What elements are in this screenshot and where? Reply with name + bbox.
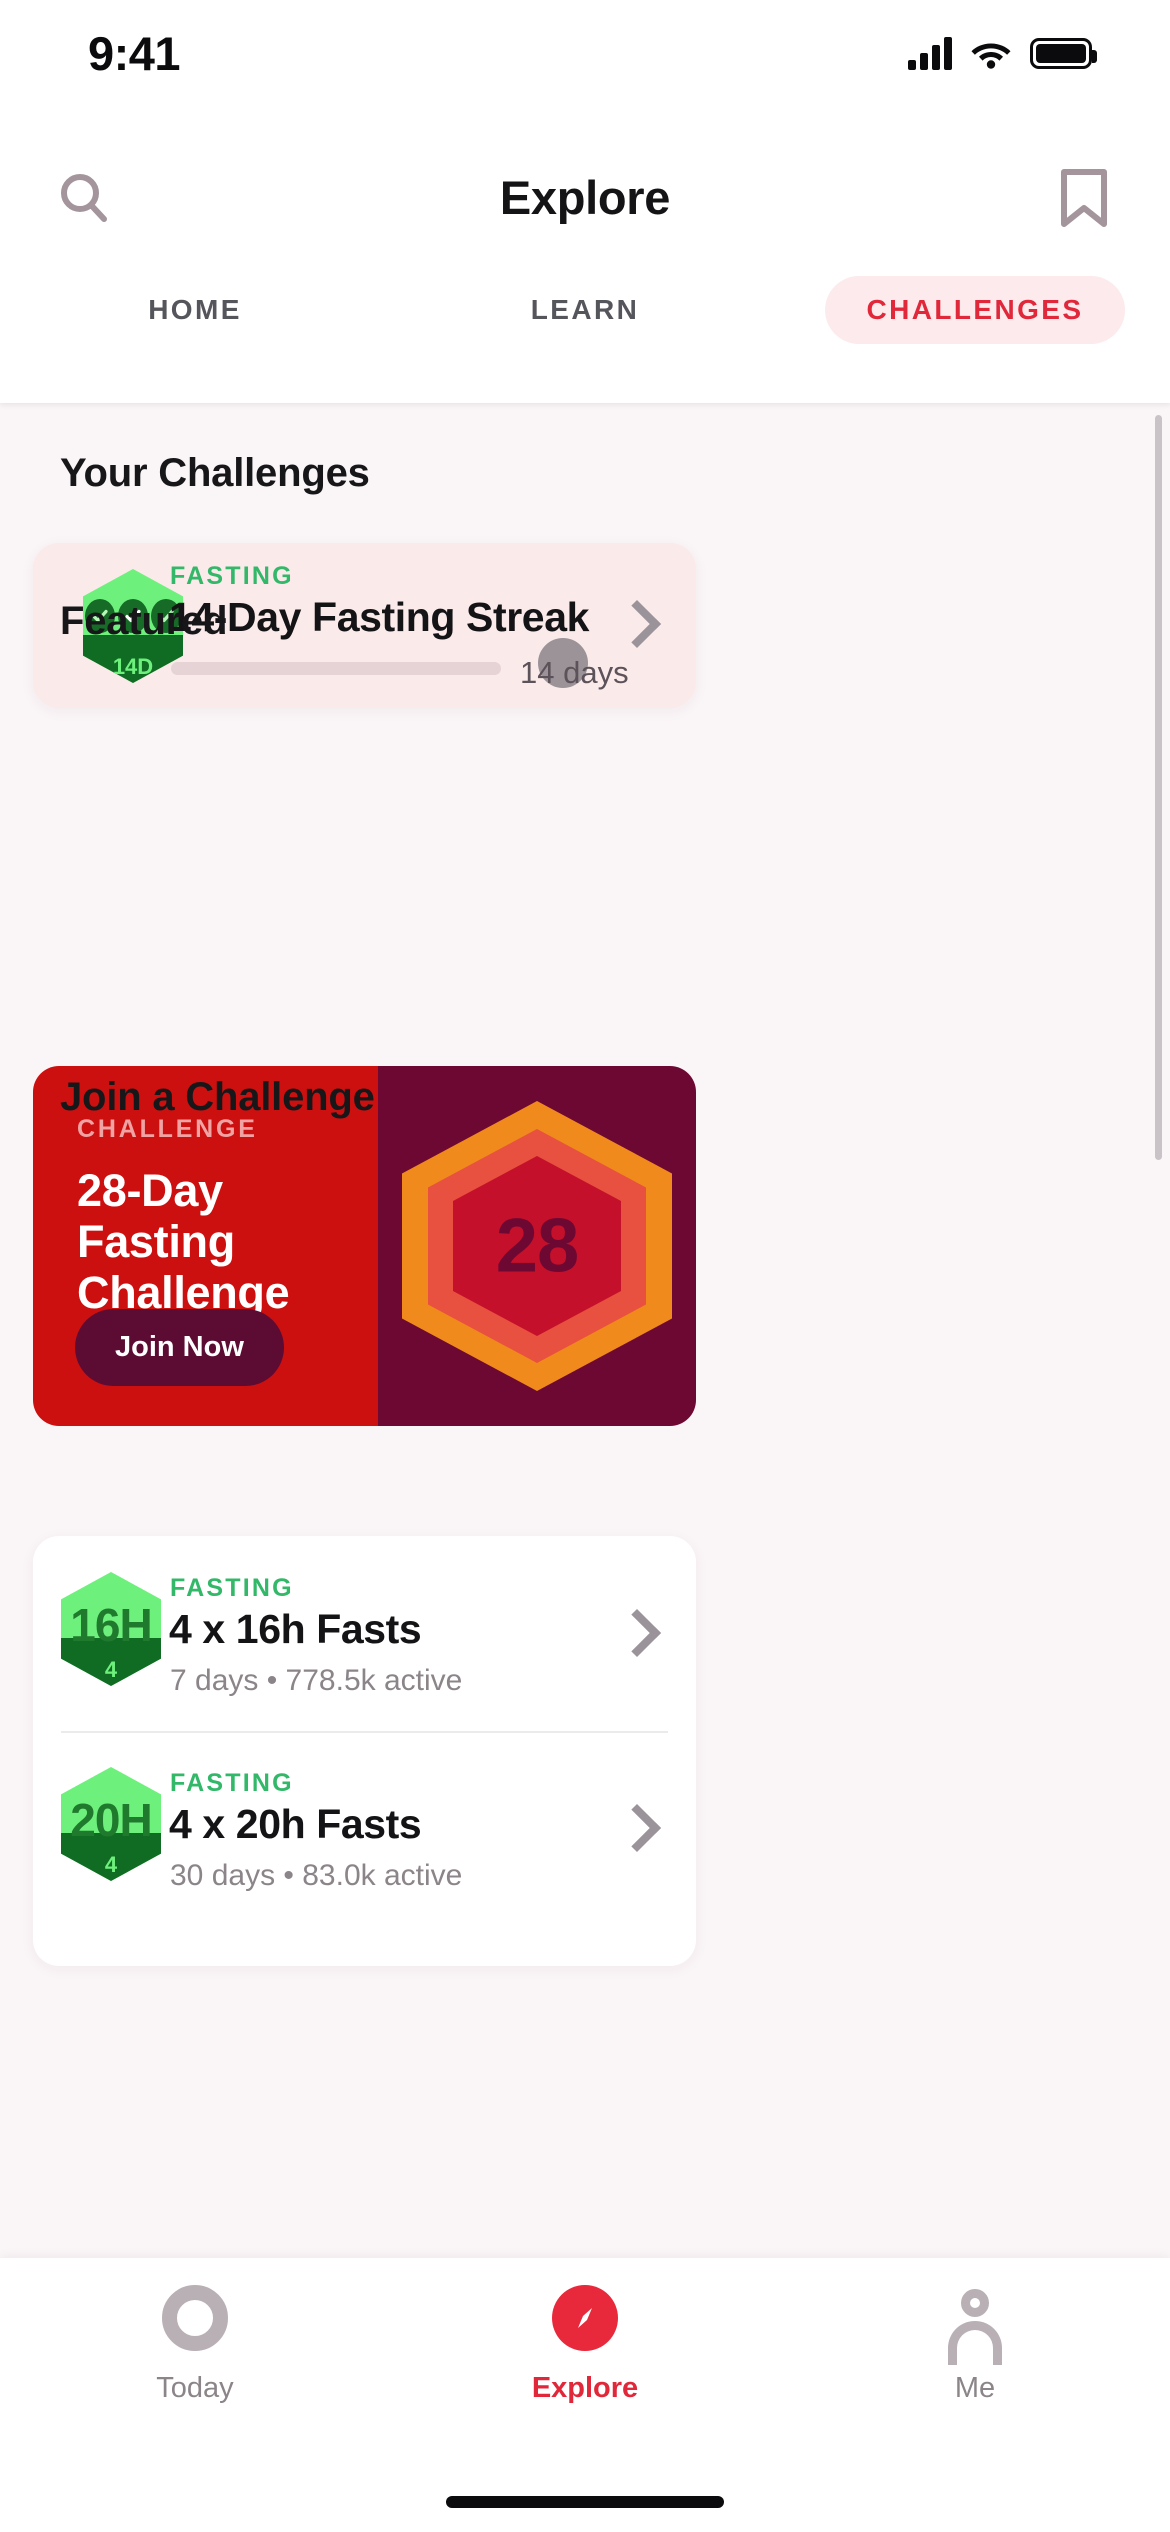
tab-home[interactable]: HOME [0, 274, 390, 346]
challenge-kicker: FASTING [170, 562, 294, 590]
chevron-right-icon [612, 1608, 662, 1658]
list-item-subtitle: 7 days • 778.5k active [170, 1664, 463, 1697]
status-bar: 9:41 [0, 0, 1170, 140]
list-item-title: 4 x 16h Fasts [169, 1606, 422, 1652]
vertical-scrollbar[interactable] [1155, 415, 1162, 1160]
list-item-title: 4 x 20h Fasts [169, 1801, 422, 1847]
progress-label: 14 days [520, 655, 629, 690]
page-title: Explore [499, 171, 671, 224]
list-item[interactable]: 16H 4 FASTING 4 x 16h Fasts 7 days • 778… [33, 1554, 696, 1712]
challenge-badge: 20H 4 [61, 1767, 161, 1881]
join-challenge-list: 16H 4 FASTING 4 x 16h Fasts 7 days • 778… [33, 1536, 696, 1966]
person-icon [935, 2278, 1015, 2365]
challenge-badge: 16H 4 [61, 1572, 161, 1686]
scroll-content: Your Challenges 14D FASTING 14-Day Fasti… [0, 403, 1170, 2258]
chevron-right-icon [612, 599, 662, 649]
list-divider [61, 1731, 668, 1733]
featured-card[interactable]: CHALLENGE 28-Day Fasting Challenge Join … [33, 1066, 696, 1426]
nav-header: Explore [0, 140, 1170, 255]
bottom-tab-bar: Today Explore Me [0, 2258, 1170, 2532]
app-screen: 9:41 Explore HOME LEARN CHALLENGES Your … [0, 0, 1170, 2532]
tab-home-label: HOME [148, 294, 242, 325]
cellular-signal-icon [908, 36, 952, 70]
challenge-badge-main: 16H [70, 1599, 152, 1651]
challenge-badge-sub: 4 [104, 1852, 118, 1877]
join-a-challenge-heading: Join a Challenge [60, 1075, 375, 1119]
challenge-title: 14-Day Fasting Streak [169, 594, 589, 640]
streak-badge-sub: 14D [112, 654, 154, 679]
tab-challenges[interactable]: CHALLENGES [780, 274, 1170, 346]
tab-today-label: Today [156, 2372, 234, 2404]
bookmark-icon[interactable] [1048, 162, 1120, 234]
ring-icon [155, 2278, 235, 2358]
challenge-badge-main: 20H [70, 1794, 152, 1846]
status-bar-icons [908, 36, 1097, 70]
your-challenges-heading: Your Challenges [60, 451, 370, 495]
chevron-right-icon [612, 1803, 662, 1853]
battery-icon [1030, 37, 1097, 69]
tab-me[interactable]: Me [780, 2278, 1170, 2405]
medal-number: 28 [495, 1203, 580, 1289]
join-now-button[interactable]: Join Now [75, 1309, 284, 1386]
compass-icon [545, 2278, 625, 2358]
home-indicator [446, 2496, 724, 2508]
segmented-tabs: HOME LEARN CHALLENGES [0, 255, 1170, 403]
featured-title: 28-Day Fasting Challenge [77, 1165, 290, 1318]
status-bar-time: 9:41 [88, 27, 181, 80]
list-item-subtitle: 30 days • 83.0k active [170, 1859, 463, 1892]
featured-card-right: 28 [378, 1066, 696, 1426]
tab-explore[interactable]: Explore [390, 2278, 780, 2405]
tab-learn[interactable]: LEARN [390, 274, 780, 346]
list-item[interactable]: 20H 4 FASTING 4 x 20h Fasts 30 days • 83… [33, 1749, 696, 1907]
tab-today[interactable]: Today [0, 2278, 390, 2405]
challenge-badge-sub: 4 [104, 1657, 118, 1682]
list-item-kicker: FASTING [170, 1769, 294, 1797]
wifi-icon [970, 37, 1012, 69]
list-item-kicker: FASTING [170, 1574, 294, 1602]
tab-explore-label: Explore [531, 2372, 639, 2404]
progress-bar [171, 662, 501, 675]
featured-card-left: CHALLENGE 28-Day Fasting Challenge Join … [33, 1066, 378, 1426]
tab-challenges-label: CHALLENGES [824, 276, 1126, 344]
tab-learn-label: LEARN [530, 294, 640, 325]
medal-badge-icon: 28 [402, 1101, 672, 1391]
featured-heading: Featured [60, 599, 228, 643]
tab-me-label: Me [954, 2372, 996, 2404]
